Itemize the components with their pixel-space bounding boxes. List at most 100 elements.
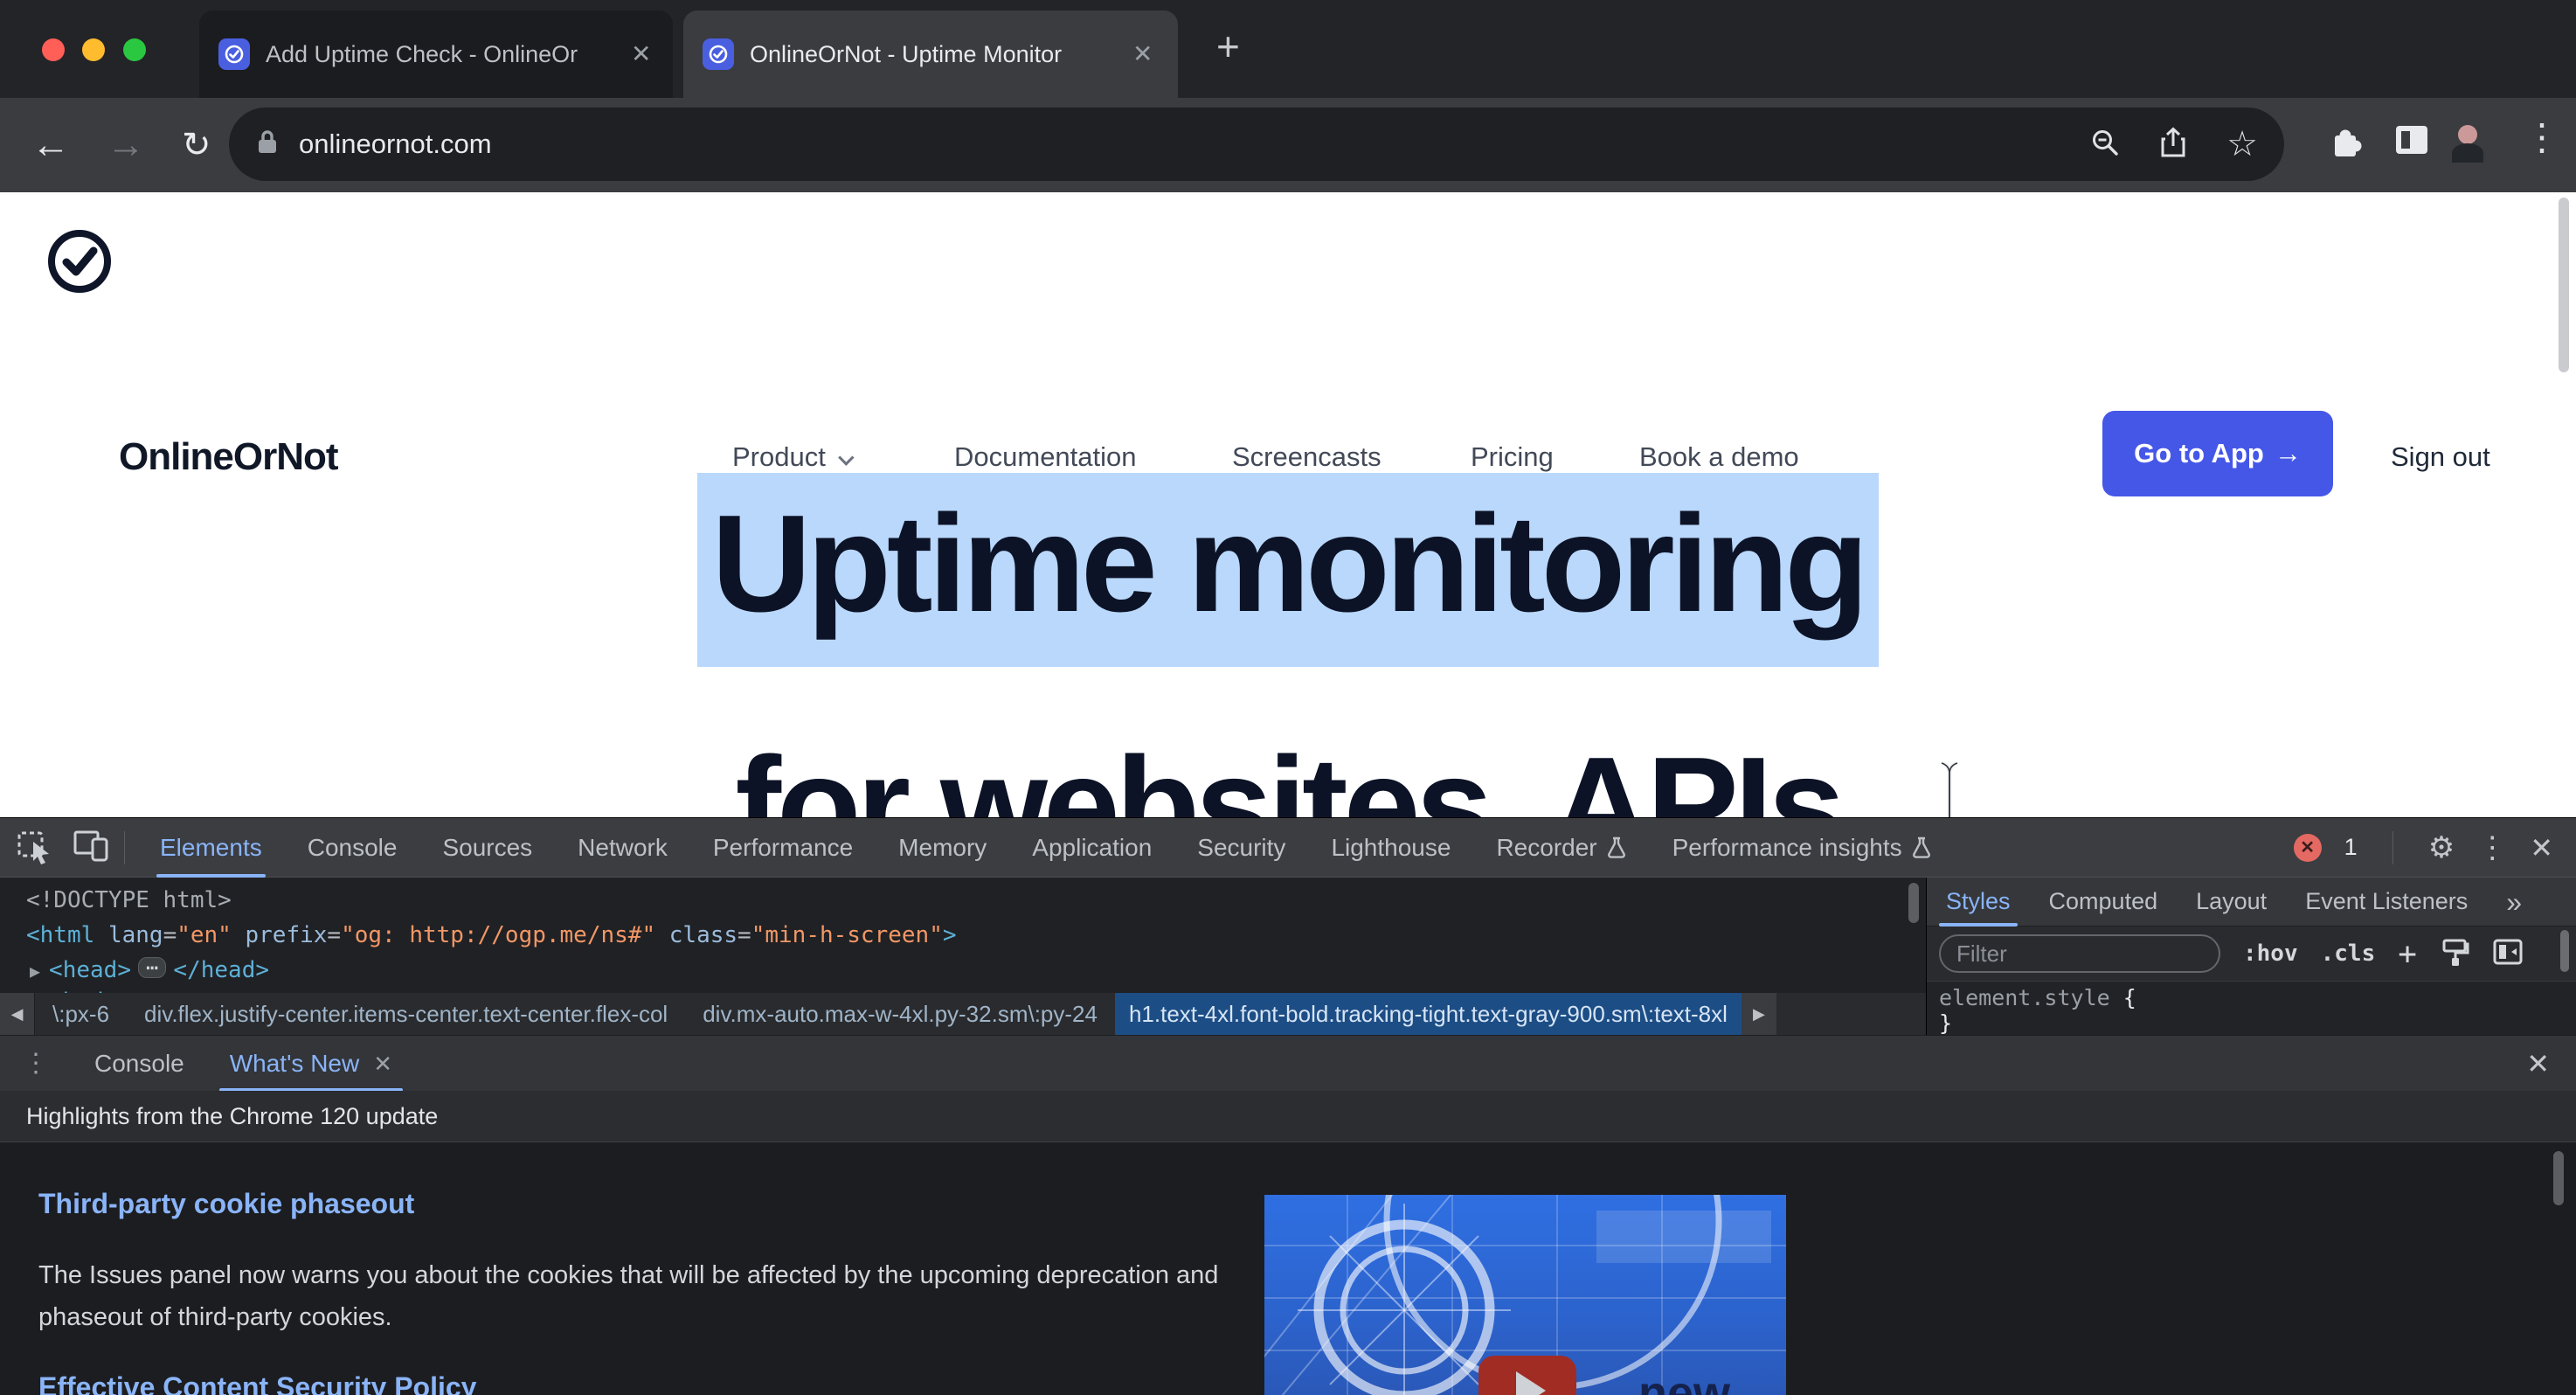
drawer-tab-console[interactable]: Console bbox=[72, 1036, 207, 1092]
breadcrumb-item[interactable]: div.mx-auto.max-w-4xl.py-32.sm\:py-24 bbox=[685, 1001, 1115, 1028]
side-panel-icon[interactable] bbox=[2392, 122, 2431, 162]
address-bar[interactable]: onlineornot.com ☆ bbox=[229, 108, 2284, 181]
onlineornot-favicon-icon bbox=[218, 38, 250, 70]
share-icon[interactable] bbox=[2158, 127, 2188, 163]
whats-new-content: Third-party cookie phaseout The Issues p… bbox=[0, 1142, 2576, 1395]
element-style-rule[interactable]: element.style { } bbox=[1927, 981, 2576, 1035]
thumbnail-caption: new bbox=[1638, 1366, 1730, 1395]
macos-zoom-button[interactable] bbox=[123, 38, 146, 61]
lock-icon[interactable] bbox=[255, 128, 280, 161]
macos-minimize-button[interactable] bbox=[82, 38, 105, 61]
tab-computed[interactable]: Computed bbox=[2030, 878, 2178, 927]
nav-book-a-demo[interactable]: Book a demo bbox=[1639, 441, 1799, 473]
styles-scrollbar[interactable] bbox=[2560, 930, 2569, 972]
nav-pricing[interactable]: Pricing bbox=[1471, 441, 1554, 473]
whats-new-section-link[interactable]: Third-party cookie phaseout bbox=[38, 1188, 414, 1220]
youtube-play-button-icon[interactable] bbox=[1478, 1356, 1576, 1395]
macos-close-button[interactable] bbox=[42, 38, 65, 61]
whats-new-video-thumbnail[interactable]: new bbox=[1264, 1195, 1786, 1395]
onlineornot-favicon-icon bbox=[703, 38, 734, 70]
tree-expand-arrow-icon[interactable]: ▶ bbox=[30, 961, 40, 982]
dom-node-doctype[interactable]: <!DOCTYPE html> bbox=[26, 883, 232, 918]
devtools-tab-elements[interactable]: Elements bbox=[137, 818, 285, 878]
drawer-close-icon[interactable]: ✕ bbox=[2526, 1050, 2576, 1078]
whats-new-section-link[interactable]: Effective Content Security Policy bbox=[38, 1371, 476, 1395]
devtools-tab-sources[interactable]: Sources bbox=[419, 818, 555, 878]
elements-scrollbar[interactable] bbox=[1908, 883, 1919, 923]
text-cursor-ibeam bbox=[1936, 759, 1963, 817]
breadcrumb-item[interactable]: div.flex.justify-center.items-center.tex… bbox=[127, 1001, 685, 1028]
selected-text: Uptime monitoring bbox=[697, 473, 1878, 667]
breadcrumb-item[interactable]: \:px-6 bbox=[35, 1001, 127, 1028]
bookmark-star-icon[interactable]: ☆ bbox=[2226, 127, 2258, 162]
drawer-menu-kebab-icon[interactable]: ⋮ bbox=[0, 1051, 72, 1077]
breadcrumb-scroll-left-icon[interactable]: ◀ bbox=[0, 993, 35, 1035]
new-tab-button[interactable]: + bbox=[1216, 26, 1240, 66]
tab-title: Add Uptime Check - OnlineOr bbox=[266, 41, 615, 68]
tab-styles[interactable]: Styles bbox=[1927, 878, 2030, 927]
forward-button[interactable]: → bbox=[107, 126, 145, 164]
elements-tree: <!DOCTYPE html> <html lang="en" prefix="… bbox=[0, 878, 1926, 993]
sign-out-link[interactable]: Sign out bbox=[2391, 441, 2490, 473]
browser-tab-onlineornot-active[interactable]: OnlineOrNot - Uptime Monitor ✕ bbox=[683, 10, 1178, 98]
tab-layout[interactable]: Layout bbox=[2177, 878, 2286, 927]
drawer-tab-whats-new[interactable]: What's New ✕ bbox=[207, 1036, 415, 1092]
devtools-tab-application[interactable]: Application bbox=[1009, 818, 1174, 878]
devtools-tab-recorder[interactable]: Recorder bbox=[1473, 818, 1649, 878]
device-toolbar-icon[interactable] bbox=[72, 827, 112, 868]
nav-screencasts[interactable]: Screencasts bbox=[1232, 441, 1381, 473]
whats-new-scrollbar[interactable] bbox=[2553, 1151, 2564, 1205]
more-tabs-icon[interactable]: » bbox=[2487, 878, 2541, 927]
devtools-toolbar: Elements Console Sources Network Perform… bbox=[0, 818, 2576, 878]
toggle-class-button[interactable]: .cls bbox=[2321, 940, 2376, 967]
close-whats-new-tab-icon[interactable]: ✕ bbox=[373, 1052, 392, 1075]
devtools-tab-performance[interactable]: Performance bbox=[690, 818, 876, 878]
browser-tab-add-uptime-check[interactable]: Add Uptime Check - OnlineOr ✕ bbox=[199, 10, 673, 98]
dom-node-html[interactable]: <html lang="en" prefix="og: http://ogp.m… bbox=[26, 918, 957, 953]
hero-heading-line2: for websites, APIs bbox=[0, 727, 2576, 817]
collapsed-content-icon[interactable]: ⋯ bbox=[138, 957, 166, 978]
extensions-puzzle-icon[interactable] bbox=[2326, 121, 2366, 165]
new-style-rule-plus-icon[interactable]: + bbox=[2398, 936, 2417, 972]
url-text[interactable]: onlineornot.com bbox=[299, 128, 492, 160]
devtools-tab-lighthouse[interactable]: Lighthouse bbox=[1308, 818, 1473, 878]
brand-wordmark[interactable]: OnlineOrNot bbox=[119, 435, 338, 479]
styles-tab-bar: Styles Computed Layout Event Listeners » bbox=[1927, 878, 2576, 927]
devtools-menu-kebab-icon[interactable]: ⋮ bbox=[2477, 833, 2507, 863]
page-scrollbar[interactable] bbox=[2559, 198, 2569, 372]
styles-filter-input[interactable] bbox=[1939, 934, 2220, 973]
onlineornot-logo-icon[interactable] bbox=[45, 227, 114, 300]
go-to-app-button[interactable]: Go to App → bbox=[2102, 411, 2333, 496]
inspect-element-icon[interactable] bbox=[16, 826, 54, 869]
devtools-tab-console[interactable]: Console bbox=[285, 818, 420, 878]
browser-window: Add Uptime Check - OnlineOr ✕ OnlineOrNo… bbox=[0, 0, 2576, 1395]
chrome-menu-kebab-icon[interactable]: ⋮ bbox=[2524, 119, 2560, 156]
elements-breadcrumbs: ◀ \:px-6 div.flex.justify-center.items-c… bbox=[0, 993, 1926, 1035]
experiment-flask-icon bbox=[1606, 836, 1627, 860]
devtools-panel: Elements Console Sources Network Perform… bbox=[0, 817, 2576, 1395]
devtools-settings-gear-icon[interactable]: ⚙ bbox=[2428, 833, 2455, 863]
dock-side-icon[interactable] bbox=[2492, 938, 2524, 970]
nav-product[interactable]: Product bbox=[732, 441, 849, 473]
toggle-hover-state-button[interactable]: :hov bbox=[2243, 940, 2298, 967]
hero-heading-line1: Uptime monitoring bbox=[0, 485, 2576, 643]
breadcrumb-item-selected[interactable]: h1.text-4xl.font-bold.tracking-tight.tex… bbox=[1115, 993, 1742, 1035]
nav-documentation[interactable]: Documentation bbox=[954, 441, 1137, 473]
devtools-close-icon[interactable]: ✕ bbox=[2530, 834, 2553, 862]
reload-button[interactable]: ↻ bbox=[182, 128, 211, 163]
tab-event-listeners[interactable]: Event Listeners bbox=[2286, 878, 2487, 927]
error-badge-icon[interactable]: ✕ bbox=[2294, 834, 2322, 862]
dom-node-head[interactable]: ▶<head>⋯</head> bbox=[30, 953, 269, 988]
devtools-tab-security[interactable]: Security bbox=[1174, 818, 1308, 878]
zoom-icon[interactable] bbox=[2090, 128, 2120, 162]
error-count[interactable]: 1 bbox=[2344, 834, 2358, 861]
tab-close-icon[interactable]: ✕ bbox=[1132, 42, 1153, 66]
back-button[interactable]: ← bbox=[31, 126, 70, 164]
devtools-tab-performance-insights[interactable]: Performance insights bbox=[1650, 818, 1955, 878]
rendering-emulation-paint-icon[interactable] bbox=[2440, 937, 2469, 971]
tab-close-icon[interactable]: ✕ bbox=[631, 42, 651, 66]
breadcrumb-scroll-right-icon[interactable]: ▶ bbox=[1742, 993, 1776, 1035]
dom-node-body[interactable]: ▼<body> bbox=[30, 984, 131, 993]
devtools-tab-network[interactable]: Network bbox=[555, 818, 690, 878]
devtools-tab-memory[interactable]: Memory bbox=[876, 818, 1009, 878]
